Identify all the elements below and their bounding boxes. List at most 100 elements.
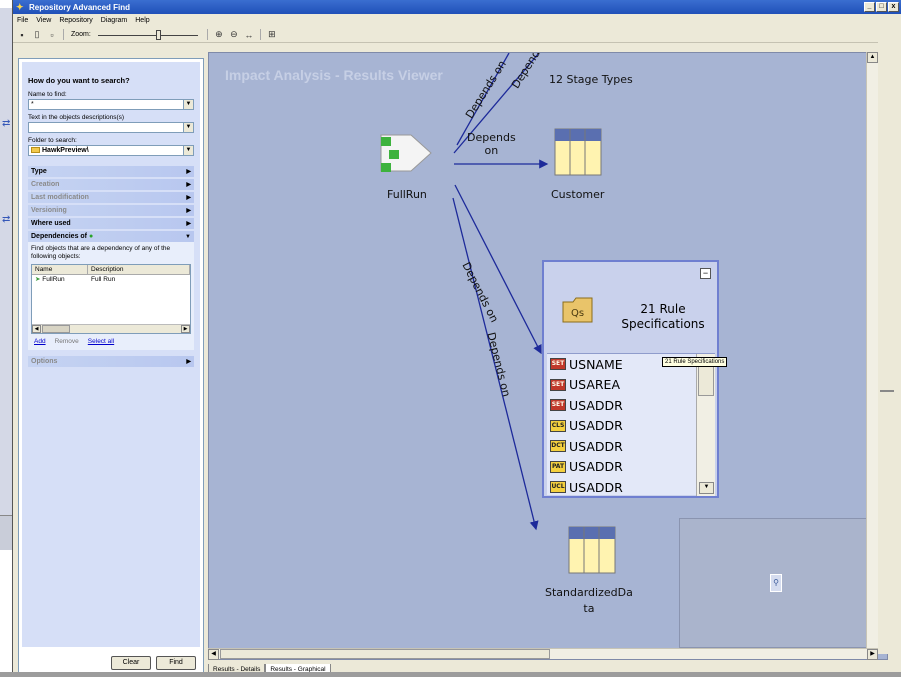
canvas-vscrollbar[interactable]: ▲ ▼ (866, 52, 878, 659)
taskbar-strip (0, 672, 901, 677)
section-type[interactable]: Type ▶ (28, 166, 194, 177)
minimize-button[interactable]: _ (864, 2, 875, 12)
zoom-label: Zoom: (71, 31, 91, 38)
section-versioning[interactable]: Versioning ▶ (28, 205, 194, 216)
link-icon: ⇄ (2, 118, 11, 129)
classification-icon: CLS (550, 419, 566, 432)
rule-list-scrollbar[interactable]: ▼ (696, 354, 715, 496)
remove-link[interactable]: Remove (55, 338, 79, 345)
collapse-icon[interactable]: − (700, 268, 711, 279)
svg-text:Qs: Qs (571, 308, 584, 319)
scroll-left-icon[interactable]: ◀ (208, 649, 219, 660)
status-dot-icon: ● (88, 233, 94, 240)
toolbar-separator (63, 29, 64, 40)
section-where-used[interactable]: Where used ▶ (28, 218, 194, 229)
scroll-right-icon[interactable]: ▶ (867, 649, 878, 660)
zoom-in-icon[interactable]: ⊕ (213, 29, 225, 41)
overview-panel[interactable]: ⚲ (679, 518, 877, 648)
table-hscrollbar[interactable]: ◀ ▶ (32, 324, 190, 333)
customer-node-icon[interactable] (554, 128, 602, 176)
dependencies-table: Name Description ➤ FullRun Full Run ◀ ▶ (31, 264, 191, 334)
menu-view[interactable]: View (36, 17, 51, 24)
window-right-edge (878, 34, 901, 654)
standardized-data-label[interactable]: StandardizedDa ta (545, 585, 633, 617)
chevron-right-icon: ▶ (186, 182, 191, 188)
scroll-thumb[interactable] (42, 325, 70, 333)
add-link[interactable]: Add (34, 338, 46, 345)
zoom-out-icon[interactable]: ⊖ (228, 29, 240, 41)
dictionary-icon: DCT (550, 440, 566, 453)
canvas-hscrollbar[interactable]: ◀ ▶ (208, 648, 878, 660)
toolbar-separator (206, 29, 208, 40)
chevron-right-icon: ▶ (186, 221, 191, 227)
table-row[interactable]: ➤ FullRun Full Run (32, 275, 190, 285)
list-item[interactable]: DCT USADDR (547, 436, 715, 457)
close-button[interactable]: x (888, 2, 899, 12)
customer-label[interactable]: Customer (551, 188, 604, 201)
app-icon: ✦ (16, 2, 24, 12)
list-item[interactable]: UCL USADDR (547, 477, 715, 498)
maximize-button[interactable]: □ (876, 2, 887, 12)
folder-combo[interactable]: HawkPreview\ ▼ (28, 145, 194, 156)
scroll-thumb[interactable] (698, 366, 714, 396)
fullrun-node-icon[interactable] (380, 134, 432, 172)
dependencies-description: Find objects that are a dependency of an… (31, 245, 171, 260)
list-item[interactable]: SET USADDR (547, 395, 715, 416)
stage-types-label[interactable]: 12 Stage Types (549, 73, 633, 86)
toolbar-separator (259, 29, 261, 40)
search-heading: How do you want to search? (28, 76, 130, 85)
section-dependencies[interactable]: Dependencies of ● ▼ (28, 231, 194, 242)
name-label: Name to find: (28, 91, 67, 98)
standardized-data-node-icon[interactable] (568, 526, 616, 574)
chevron-down-icon[interactable]: ▼ (183, 100, 193, 109)
chevron-down-icon[interactable]: ▼ (183, 123, 193, 132)
fit-icon[interactable]: ↔ (243, 29, 255, 41)
export-icon[interactable]: ▫ (46, 29, 58, 41)
edge-label: Depends on (467, 131, 516, 157)
zoom-slider[interactable] (97, 29, 198, 40)
section-options[interactable]: Options ▶ (28, 356, 194, 367)
column-header-name[interactable]: Name (32, 265, 88, 274)
window-title: Repository Advanced Find (29, 2, 131, 12)
list-item[interactable]: CLS USADDR (547, 416, 715, 437)
list-item[interactable]: SET USAREA (547, 375, 715, 396)
folder-icon: Qs (562, 297, 593, 323)
save-icon[interactable]: ▪ (16, 29, 28, 41)
dependencies-body: Find objects that are a dependency of an… (28, 242, 194, 350)
zoom-slider-thumb[interactable] (155, 29, 161, 40)
scroll-left-icon[interactable]: ◀ (32, 325, 41, 333)
link-icon: ⇄ (2, 214, 11, 225)
rule-specifications-group[interactable]: − Qs 21 Rule Specifications SET USNAME SE… (542, 260, 719, 498)
select-all-link[interactable]: Select all (88, 338, 114, 345)
menu-repository[interactable]: Repository (59, 17, 92, 24)
find-button[interactable]: Find (156, 656, 196, 670)
section-creation[interactable]: Creation ▶ (28, 179, 194, 190)
column-header-description[interactable]: Description (88, 265, 190, 274)
rule-set-icon: SET (550, 358, 566, 371)
scroll-thumb[interactable] (220, 649, 550, 659)
description-combo[interactable]: ▼ (28, 122, 194, 133)
overview-icon[interactable]: ⊞ (266, 29, 278, 41)
chevron-right-icon: ▶ (186, 359, 191, 365)
print-preview-icon[interactable]: ▯ (31, 29, 43, 41)
name-value: * (31, 101, 34, 108)
chevron-down-icon[interactable]: ▼ (183, 146, 193, 155)
tooltip: 21 Rule Specifications (662, 357, 728, 367)
list-item[interactable]: PAT USADDR (547, 457, 715, 478)
search-panel: How do you want to search? Name to find:… (18, 58, 204, 675)
scroll-right-icon[interactable]: ▶ (181, 325, 190, 333)
scroll-up-icon[interactable]: ▲ (867, 52, 878, 63)
menu-file[interactable]: File (17, 17, 28, 24)
overview-viewport-icon[interactable]: ⚲ (770, 574, 782, 592)
clear-button[interactable]: Clear (111, 656, 151, 670)
section-last-modification[interactable]: Last modification ▶ (28, 192, 194, 203)
name-combo[interactable]: * ▼ (28, 99, 194, 110)
menu-bar: File View Repository Diagram Help (13, 14, 901, 27)
scroll-down-icon[interactable]: ▼ (699, 482, 714, 494)
fullrun-label[interactable]: FullRun (387, 188, 427, 201)
menu-help[interactable]: Help (135, 17, 149, 24)
chevron-right-icon: ▶ (186, 208, 191, 214)
menu-diagram[interactable]: Diagram (101, 17, 127, 24)
ucl-icon: UCL (550, 481, 566, 494)
group-title: 21 Rule Specifications (621, 302, 705, 331)
